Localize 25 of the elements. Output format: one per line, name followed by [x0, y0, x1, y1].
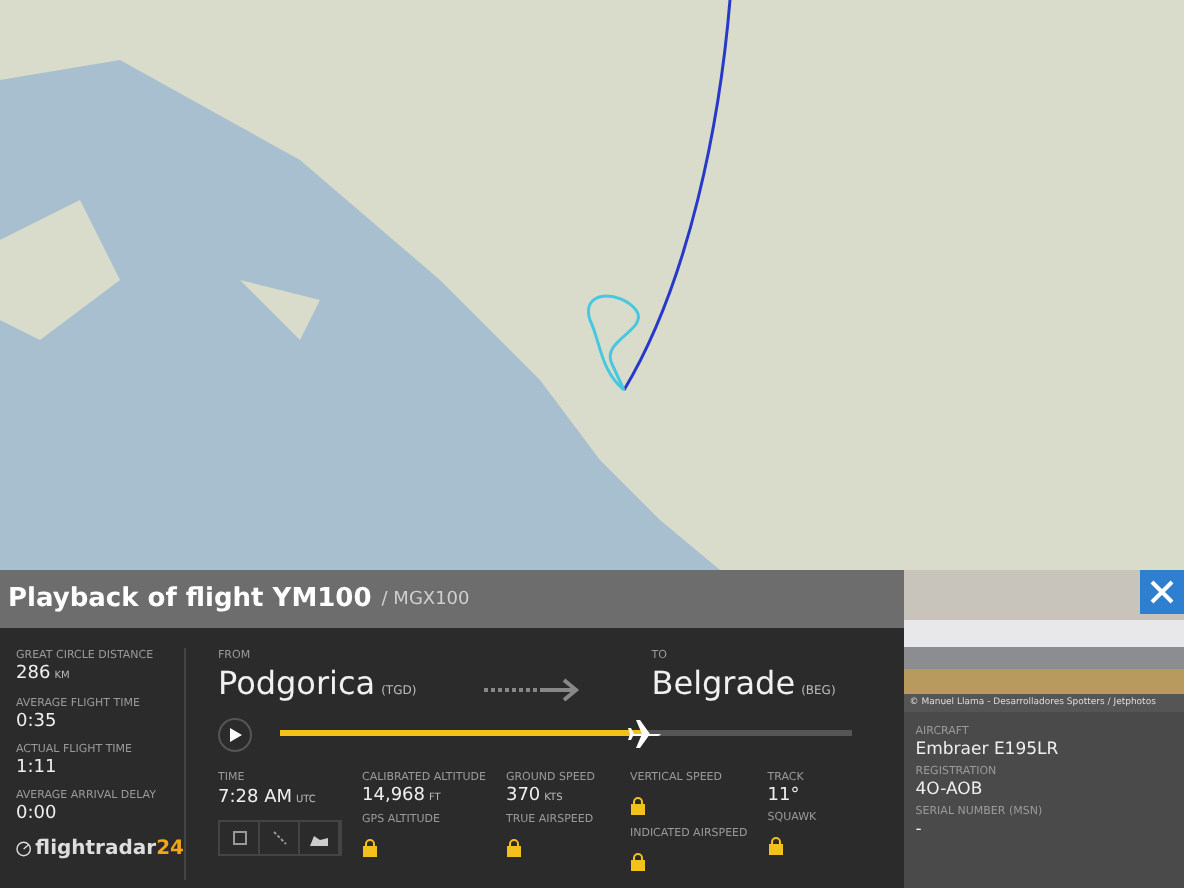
stat-value: 11° — [767, 786, 802, 808]
area-chart-icon — [310, 831, 328, 845]
arrow-icon — [483, 678, 584, 702]
lock-icon — [505, 838, 522, 858]
plane-icon[interactable] — [625, 714, 666, 754]
close-button[interactable] — [1140, 570, 1184, 614]
logo-text: flightradar24 — [35, 838, 184, 860]
flight-title: Playback of flight YM100 — [8, 584, 372, 614]
dotted-line-icon — [271, 830, 287, 846]
close-icon — [1150, 580, 1174, 604]
lock-icon — [629, 852, 646, 872]
stat-value: 0:00 — [16, 804, 59, 826]
square-icon — [231, 830, 247, 846]
aircraft-value: - — [915, 820, 924, 840]
play-button[interactable] — [218, 717, 252, 751]
play-icon — [229, 727, 241, 741]
stat-value: 0:35 — [16, 712, 59, 734]
stat-value: 1:11 — [16, 758, 59, 780]
lock-icon — [629, 796, 646, 816]
lock-icon — [767, 836, 784, 856]
callsign: / MGX100 — [381, 589, 470, 609]
aircraft-value: 4O-AOB — [915, 780, 985, 800]
lock-icon — [362, 838, 378, 858]
aircraft-value: Embraer E195LR — [915, 740, 1061, 760]
radar-icon — [16, 838, 32, 860]
